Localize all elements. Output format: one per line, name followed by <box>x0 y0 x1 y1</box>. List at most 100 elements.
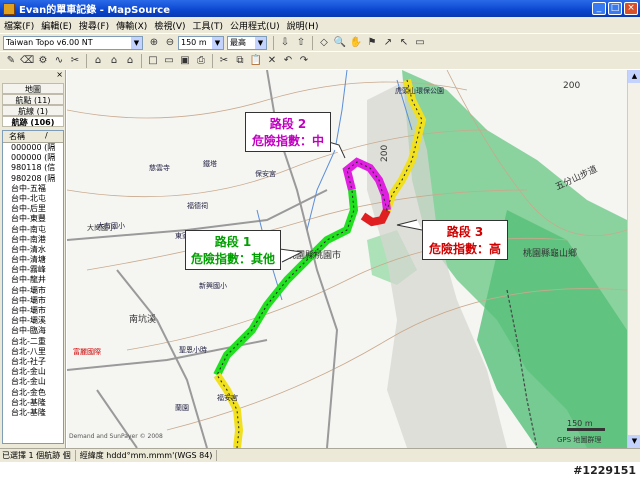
print-icon[interactable]: ⎙ <box>194 54 208 68</box>
list-item[interactable]: 台中-五福 <box>3 184 63 194</box>
hand-tool-icon[interactable]: ✋ <box>349 36 363 50</box>
menu-tools[interactable]: 工具(T) <box>193 19 224 32</box>
track-edit-icon[interactable]: ✎ <box>4 54 18 68</box>
map-view[interactable]: 桃園縣桃園市 桃園縣龜山鄉 五分山步道 南坑溪 大崗國小 200 200 150… <box>67 70 627 448</box>
menu-find[interactable]: 搜尋(F) <box>79 19 109 32</box>
close-icon[interactable]: × <box>56 70 63 79</box>
list-item[interactable]: 000000 (隔 <box>3 143 63 153</box>
sort-icon: / <box>45 131 48 140</box>
list-item[interactable]: 980208 (隔 <box>3 174 63 184</box>
list-item[interactable]: 台中-壩市 <box>3 306 63 316</box>
detail-level-select[interactable]: 最高 ▼ <box>227 35 267 50</box>
tab-waypoints[interactable]: 航點 (11) <box>2 94 64 105</box>
find-places-icon[interactable]: ⌂ <box>91 54 105 68</box>
list-item[interactable]: 台北-金山 <box>3 367 63 377</box>
list-item[interactable]: 台中-壩市 <box>3 296 63 306</box>
list-item[interactable]: 980118 (信 <box>3 163 63 173</box>
callout-title: 路段 3 <box>446 225 484 239</box>
list-item[interactable]: 台北-八里 <box>3 347 63 357</box>
map-vertical-scrollbar[interactable]: ▲ ▼ <box>627 70 640 448</box>
map-tool-icon[interactable]: ◇ <box>317 36 331 50</box>
list-item[interactable]: 台中-東豐 <box>3 214 63 224</box>
list-item[interactable]: 000000 (隔 <box>3 153 63 163</box>
map-product-select[interactable]: Taiwan Topo v6.00 NT ▼ <box>3 35 143 50</box>
menu-help[interactable]: 說明(H) <box>287 19 319 32</box>
list-item[interactable]: 台中-清塘 <box>3 255 63 265</box>
find-nearby-icon[interactable]: ⌂ <box>107 54 121 68</box>
menu-file[interactable]: 檔案(F) <box>4 19 34 32</box>
join-tracks-icon[interactable]: ∿ <box>52 54 66 68</box>
route-segment-yellow-south[interactable] <box>213 372 244 448</box>
minimize-button[interactable]: _ <box>592 2 606 15</box>
list-item[interactable]: 台北-基隆 <box>3 398 63 408</box>
poi-lanyuan: 蘭園 <box>175 403 189 412</box>
detail-level-value: 最高 <box>230 37 246 47</box>
undo-icon[interactable]: ↶ <box>281 54 295 68</box>
waypoint-tool-icon[interactable]: ⚑ <box>365 36 379 50</box>
list-item[interactable]: 台北-基隆 <box>3 408 63 418</box>
find-address-icon[interactable]: ⌂ <box>123 54 137 68</box>
receive-from-device-icon[interactable]: ⇩ <box>278 36 292 50</box>
tab-tracks[interactable]: 航跡 (106) <box>2 116 64 127</box>
menu-view[interactable]: 檢視(V) <box>154 19 185 32</box>
selection-tool-icon[interactable]: ↖ <box>397 36 411 50</box>
list-item[interactable]: 台中-北屯 <box>3 194 63 204</box>
copy-icon[interactable]: ⧉ <box>233 54 247 68</box>
map-label-township: 桃園縣龜山鄉 <box>523 247 577 259</box>
route-tool-icon[interactable]: ↗ <box>381 36 395 50</box>
route-segment-1[interactable] <box>213 189 359 377</box>
filter-icon[interactable]: ⚙ <box>36 54 50 68</box>
list-header: 名稱 / <box>3 131 63 143</box>
menu-edit[interactable]: 編輯(E) <box>41 19 72 32</box>
new-file-icon[interactable]: □ <box>146 54 160 68</box>
tab-routes[interactable]: 航線 (1) <box>2 105 64 116</box>
measure-tool-icon[interactable]: ▭ <box>413 36 427 50</box>
maximize-button[interactable]: □ <box>608 2 622 15</box>
callout-risk: 危險指數：中 <box>251 134 324 148</box>
scroll-up-icon[interactable]: ▲ <box>628 70 640 83</box>
list-item[interactable]: 台北-金色 <box>3 388 63 398</box>
poi-park: 虎頭山環保公園 <box>395 86 444 95</box>
send-to-device-icon[interactable]: ⇧ <box>294 36 308 50</box>
list-item[interactable]: 台中-臨海 <box>3 326 63 336</box>
tab-maps[interactable]: 地圖 <box>2 83 64 94</box>
zoom-tool-icon[interactable]: 🔍 <box>333 36 347 50</box>
menu-utilities[interactable]: 公用程式(U) <box>230 19 280 32</box>
split-track-icon[interactable]: ✂ <box>68 54 82 68</box>
list-item[interactable]: 台中-后里 <box>3 204 63 214</box>
callout-segment-1: 路段 1 危險指數：其他 <box>185 230 281 270</box>
list-item[interactable]: 台中-壩溪 <box>3 316 63 326</box>
chevron-down-icon: ▼ <box>131 36 142 49</box>
image-footer: #1229151 <box>0 462 640 480</box>
scroll-down-icon[interactable]: ▼ <box>628 435 640 448</box>
toolbar-main: Taiwan Topo v6.00 NT ▼ ⊕ ⊖ 150 m ▼ 最高 ▼ ⇩ ⇧… <box>0 33 640 51</box>
list-item[interactable]: 台北-金山 <box>3 377 63 387</box>
zoom-out-icon[interactable]: ⊖ <box>163 36 177 50</box>
cut-icon[interactable]: ✂ <box>217 54 231 68</box>
zoom-in-icon[interactable]: ⊕ <box>147 36 161 50</box>
status-bar: 已選擇 1 個航跡 個 經緯度 hddd°mm.mmm'(WGS 84) <box>0 448 640 462</box>
column-name[interactable]: 名稱 <box>3 131 25 142</box>
list-item[interactable]: 台中-南屯 <box>3 225 63 235</box>
list-item[interactable]: 台中-龍井 <box>3 275 63 285</box>
list-item[interactable]: 台北-社子 <box>3 357 63 367</box>
zoom-scale-select[interactable]: 150 m ▼ <box>178 35 224 50</box>
redo-icon[interactable]: ↷ <box>297 54 311 68</box>
map-canvas[interactable]: 桃園縣桃園市 桃園縣龜山鄉 五分山步道 南坑溪 大崗國小 200 200 150… <box>67 70 627 448</box>
open-file-icon[interactable]: ▭ <box>162 54 176 68</box>
toolbar-separator <box>273 35 274 50</box>
close-button[interactable]: × <box>624 2 638 15</box>
list-item[interactable]: 台中-壩市 <box>3 286 63 296</box>
save-file-icon[interactable]: ▣ <box>178 54 192 68</box>
menu-transfer[interactable]: 傳輸(X) <box>116 19 147 32</box>
delete-icon[interactable]: ✕ <box>265 54 279 68</box>
toolbar-separator <box>312 35 313 50</box>
toolbar-separator <box>212 53 213 68</box>
list-item[interactable]: 台中-霧峰 <box>3 265 63 275</box>
list-item[interactable]: 台中-清水 <box>3 245 63 255</box>
paste-icon[interactable]: 📋 <box>249 54 263 68</box>
callout-title: 路段 1 <box>214 235 252 249</box>
list-item[interactable]: 台中-南港 <box>3 235 63 245</box>
list-item[interactable]: 台北-二重 <box>3 337 63 347</box>
erase-icon[interactable]: ⌫ <box>20 54 34 68</box>
